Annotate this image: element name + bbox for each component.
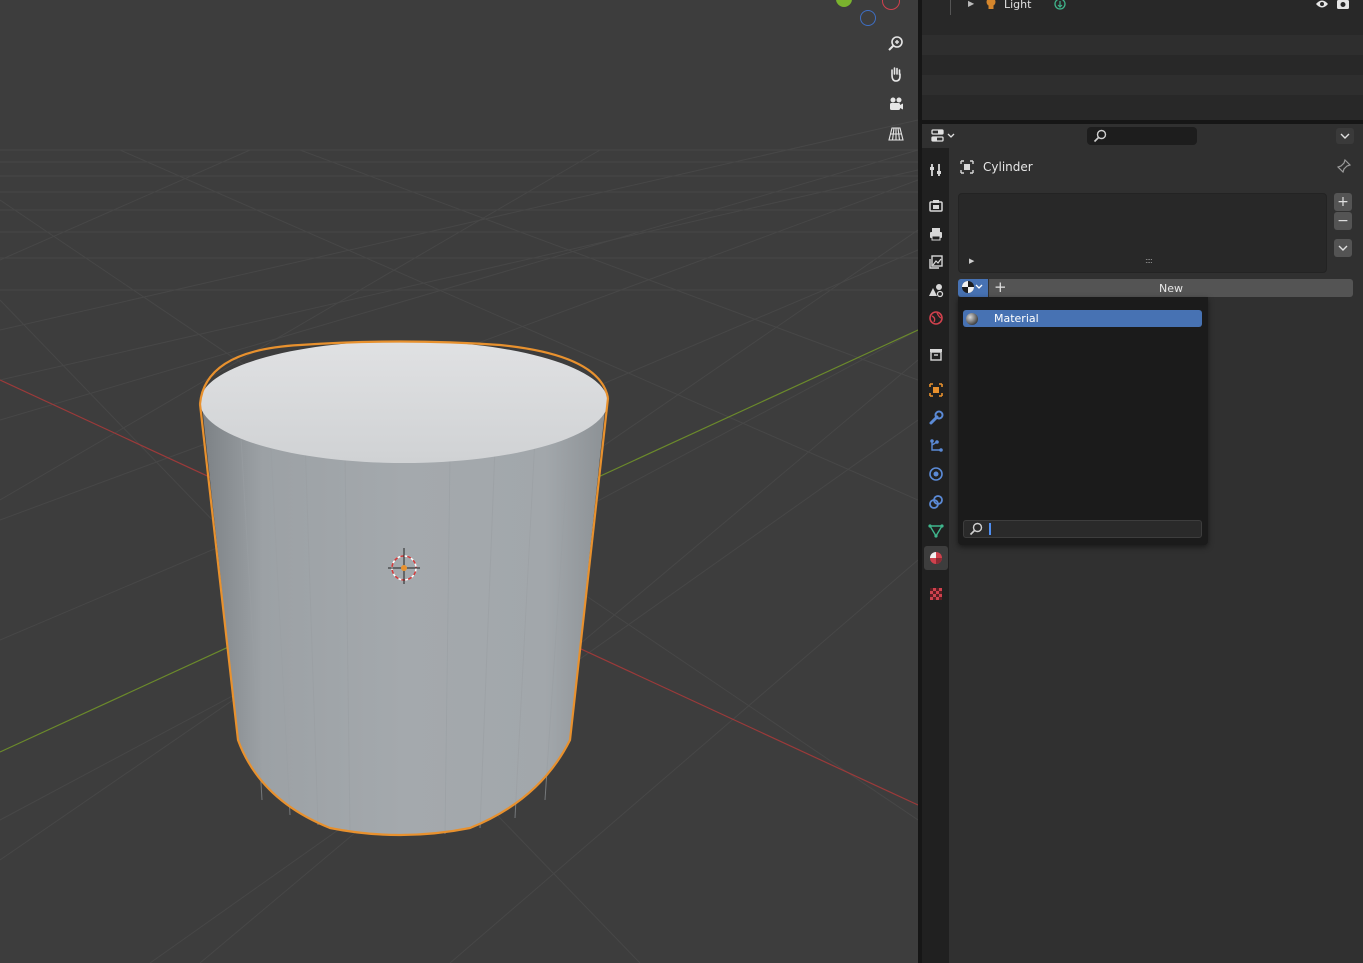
gizmo-z-handle[interactable]: [860, 10, 876, 26]
zoom-icon[interactable]: [884, 32, 908, 56]
pin-icon[interactable]: [1336, 158, 1352, 176]
remove-slot-button[interactable]: −: [1334, 212, 1352, 230]
material-browse-popup[interactable]: Material: [958, 297, 1208, 545]
properties-header: [922, 124, 1363, 148]
material-list-item[interactable]: Material: [963, 310, 1202, 327]
particles-icon[interactable]: [924, 434, 948, 458]
outliner-row-label: Light: [1004, 0, 1032, 11]
slot-specials-button[interactable]: [1334, 239, 1352, 257]
add-slot-button[interactable]: +: [1334, 193, 1352, 211]
material-item-label: Material: [994, 312, 1039, 325]
tool-icon[interactable]: [924, 158, 948, 182]
resize-grip-icon[interactable]: ::::: [1145, 256, 1153, 265]
viewport-scene[interactable]: [0, 0, 918, 963]
search-icon: [969, 522, 983, 539]
texture-icon[interactable]: [924, 582, 948, 606]
collection-icon[interactable]: [924, 342, 948, 366]
material-icon[interactable]: [924, 546, 948, 570]
properties-panel: Cylinder ▶ :::: + − + New: [949, 148, 1363, 963]
expand-arrow-icon[interactable]: ▶: [969, 257, 974, 265]
output-icon[interactable]: [924, 222, 948, 246]
outliner-row-light[interactable]: ▶ Light: [922, 0, 1363, 15]
material-sphere-icon: [961, 280, 983, 297]
hierarchy-line: [950, 0, 951, 15]
camera-icon[interactable]: [1336, 0, 1350, 13]
new-material-button[interactable]: + New: [989, 278, 1353, 297]
properties-tabs: [922, 148, 949, 963]
outliner-empty-row: [922, 75, 1363, 95]
object-icon[interactable]: [924, 378, 948, 402]
object-data-icon[interactable]: [924, 518, 948, 542]
hand-pan-icon[interactable]: [884, 62, 908, 86]
cylinder-object[interactable]: [198, 340, 610, 837]
outliner[interactable]: ▶ Light: [922, 0, 1363, 120]
modifier-icon[interactable]: [924, 406, 948, 430]
context-object-name: Cylinder: [983, 160, 1033, 174]
material-preview-icon: [965, 312, 979, 329]
expand-arrow-icon[interactable]: ▶: [968, 0, 974, 8]
grid-perspective-icon[interactable]: [884, 122, 908, 146]
physics-icon[interactable]: [924, 462, 948, 486]
material-slot-list[interactable]: ▶ ::::: [958, 193, 1327, 273]
render-icon[interactable]: [924, 194, 948, 218]
material-browse-button[interactable]: [958, 279, 988, 297]
outliner-empty-row: [922, 35, 1363, 55]
properties-search-field[interactable]: [1087, 127, 1197, 145]
text-cursor: [989, 523, 991, 535]
constraints-icon[interactable]: [924, 490, 948, 514]
3d-viewport[interactable]: [0, 0, 918, 963]
search-icon: [1093, 129, 1107, 146]
object-icon: [960, 160, 974, 177]
world-icon[interactable]: [924, 306, 948, 330]
new-button-label: New: [1159, 282, 1183, 295]
camera-view-icon[interactable]: [884, 92, 908, 116]
light-bulb-icon: [985, 0, 997, 14]
chevron-down-icon[interactable]: [1336, 128, 1354, 144]
eye-icon[interactable]: [1315, 0, 1329, 12]
light-data-icon[interactable]: [1054, 0, 1066, 14]
view-layer-icon[interactable]: [924, 250, 948, 274]
scene-icon[interactable]: [924, 278, 948, 302]
properties-editor-icon[interactable]: [930, 127, 960, 145]
material-search-field[interactable]: [963, 520, 1202, 538]
